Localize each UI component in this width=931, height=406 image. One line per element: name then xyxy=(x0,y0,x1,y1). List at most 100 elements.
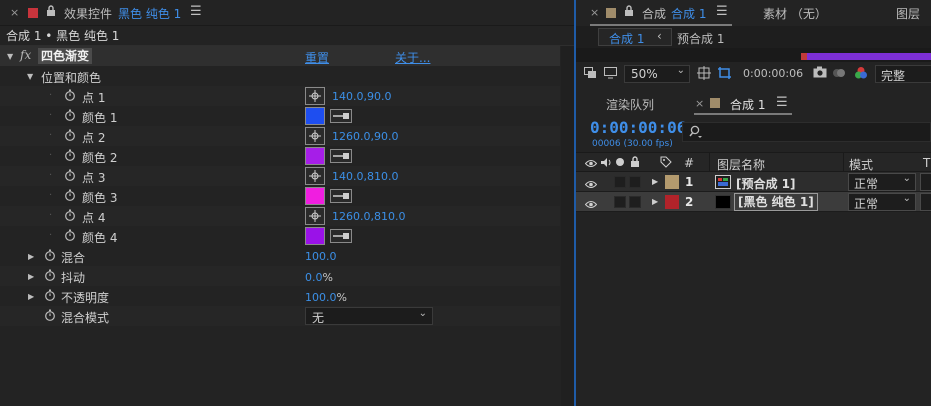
point-value[interactable]: 1260.0,90.0 xyxy=(332,130,398,143)
property-row-blend-mode[interactable]: 混合模式 无 ⌄ xyxy=(0,306,560,326)
eye-icon[interactable] xyxy=(584,157,598,171)
property-row-point[interactable]: · 点 4 1260.0,810.0 xyxy=(0,206,560,226)
color-swatch[interactable] xyxy=(305,147,325,165)
eyedropper-icon[interactable] xyxy=(330,189,352,203)
blend-mode-dropdown[interactable]: 无 ⌄ xyxy=(305,307,433,325)
property-row-jitter[interactable]: ▶ 抖动 0.0% xyxy=(0,266,560,286)
eye-icon[interactable] xyxy=(584,198,598,212)
label-color-chip[interactable] xyxy=(665,195,679,209)
color-swatch[interactable] xyxy=(305,227,325,245)
expand-triangle-icon[interactable]: ▶ xyxy=(652,177,658,186)
label-tag-icon[interactable] xyxy=(660,156,672,171)
snapshot-icon[interactable] xyxy=(813,66,827,81)
color-swatch[interactable] xyxy=(305,187,325,205)
effect-controls-tab-title[interactable]: 效果控件 xyxy=(64,5,112,22)
solo-icon[interactable] xyxy=(616,158,624,166)
expand-triangle-icon[interactable]: ▶ xyxy=(28,292,34,301)
stopwatch-icon[interactable] xyxy=(44,249,56,264)
playhead-marker[interactable] xyxy=(801,53,807,60)
expand-triangle-icon[interactable]: ▶ xyxy=(28,252,34,261)
collapse-triangle-icon[interactable]: ▼ xyxy=(27,72,33,81)
blend-mode-dropdown[interactable]: 正常 ⌄ xyxy=(848,193,916,211)
about-link[interactable]: 关于... xyxy=(395,49,430,66)
column-track-matte[interactable]: T xyxy=(923,156,930,170)
point-value[interactable]: 140.0,90.0 xyxy=(332,90,391,103)
blend-value[interactable]: 100.0 xyxy=(305,250,337,263)
point-value[interactable]: 140.0,810.0 xyxy=(332,170,398,183)
flow-current-comp[interactable]: 合成 1 ‹ xyxy=(598,28,672,46)
composition-tab-title[interactable]: 合成 xyxy=(642,5,666,22)
color-swatch[interactable] xyxy=(305,107,325,125)
viewer-timecode[interactable]: 0:00:00:06 xyxy=(743,67,803,80)
property-row-color[interactable]: · 颜色 2 xyxy=(0,146,560,166)
jitter-value[interactable]: 0.0 xyxy=(305,271,323,284)
property-row-color[interactable]: · 颜色 1 xyxy=(0,106,560,126)
scrollbar[interactable] xyxy=(561,46,574,406)
label-color-chip[interactable] xyxy=(665,175,679,189)
lock-icon[interactable] xyxy=(46,5,56,20)
reset-link[interactable]: 重置 xyxy=(305,49,329,66)
stopwatch-icon[interactable] xyxy=(64,209,76,224)
crosshair-icon[interactable] xyxy=(305,207,325,225)
layer-row[interactable]: ▶ 1 [预合成 1] 正常 ⌄ xyxy=(576,172,931,192)
crosshair-icon[interactable] xyxy=(305,167,325,185)
close-tab-button[interactable]: × xyxy=(10,6,19,19)
stopwatch-icon[interactable] xyxy=(64,129,76,144)
color-channels-icon[interactable] xyxy=(854,66,868,83)
stopwatch-icon[interactable] xyxy=(64,169,76,184)
blend-mode-dropdown[interactable]: 正常 ⌄ xyxy=(848,173,916,191)
stopwatch-icon[interactable] xyxy=(44,309,56,324)
time-navigator[interactable] xyxy=(576,48,931,62)
property-row-point[interactable]: · 点 3 140.0,810.0 xyxy=(0,166,560,186)
lock-switch[interactable] xyxy=(629,176,641,188)
layer-tab[interactable]: 图层 xyxy=(896,5,920,22)
always-preview-icon[interactable] xyxy=(584,67,597,82)
stopwatch-icon[interactable] xyxy=(64,149,76,164)
expand-triangle-icon[interactable]: ▶ xyxy=(28,272,34,281)
timeline-comp-tab[interactable]: 合成 1 xyxy=(730,96,765,113)
point-value[interactable]: 1260.0,810.0 xyxy=(332,210,405,223)
effect-header-row[interactable]: ▼ fx 四色渐变 重置 关于... xyxy=(0,46,560,66)
stopwatch-icon[interactable] xyxy=(44,269,56,284)
panel-menu-icon[interactable]: ☰ xyxy=(776,95,788,110)
column-hash[interactable]: # xyxy=(684,156,694,170)
current-time-display[interactable]: 0:00:00:06 xyxy=(590,118,686,137)
close-tab-button[interactable]: × xyxy=(695,97,704,110)
track-matte-dropdown[interactable] xyxy=(920,193,931,211)
column-mode[interactable]: 模式 xyxy=(849,156,873,173)
transparency-grid-icon[interactable] xyxy=(717,66,733,83)
opacity-value[interactable]: 100.0 xyxy=(305,291,337,304)
panel-menu-icon[interactable]: ☰ xyxy=(190,4,202,19)
fx-toggle-icon[interactable]: fx xyxy=(20,48,31,62)
flow-precomp-link[interactable]: 预合成 1 xyxy=(677,30,724,47)
work-area-bar[interactable] xyxy=(804,53,931,60)
eyedropper-icon[interactable] xyxy=(330,229,352,243)
render-queue-tab[interactable]: 渲染队列 xyxy=(606,96,654,113)
property-row-point[interactable]: · 点 2 1260.0,90.0 xyxy=(0,126,560,146)
region-of-interest-icon[interactable] xyxy=(697,66,711,83)
layer-search-input[interactable] xyxy=(682,122,931,142)
collapse-triangle-icon[interactable]: ▼ xyxy=(7,52,13,61)
footage-tab[interactable]: 素材 （无） xyxy=(763,5,827,22)
property-row-blend[interactable]: ▶ 混合 100.0 xyxy=(0,246,560,266)
stopwatch-icon[interactable] xyxy=(64,109,76,124)
audio-icon[interactable] xyxy=(600,157,612,171)
eyedropper-icon[interactable] xyxy=(330,149,352,163)
lock-icon[interactable] xyxy=(630,156,640,171)
panel-menu-icon[interactable]: ☰ xyxy=(716,4,728,19)
effect-controls-layer-name[interactable]: 黑色 纯色 1 xyxy=(118,5,181,22)
layer-name[interactable]: [预合成 1] xyxy=(736,175,796,192)
layer-name-input[interactable]: [黑色 纯色 1] xyxy=(734,193,818,211)
expand-triangle-icon[interactable]: ▶ xyxy=(652,197,658,206)
column-layer-name[interactable]: 图层名称 xyxy=(717,156,765,173)
stopwatch-icon[interactable] xyxy=(44,289,56,304)
resolution-dropdown[interactable]: 完整 xyxy=(875,65,931,83)
group-row[interactable]: ▼ 位置和颜色 xyxy=(0,66,560,86)
stopwatch-icon[interactable] xyxy=(64,89,76,104)
solo-switch[interactable] xyxy=(614,196,626,208)
solo-switch[interactable] xyxy=(614,176,626,188)
property-row-color[interactable]: · 颜色 4 xyxy=(0,226,560,246)
property-row-color[interactable]: · 颜色 3 xyxy=(0,186,560,206)
lock-switch[interactable] xyxy=(629,196,641,208)
close-tab-button[interactable]: × xyxy=(590,6,599,19)
